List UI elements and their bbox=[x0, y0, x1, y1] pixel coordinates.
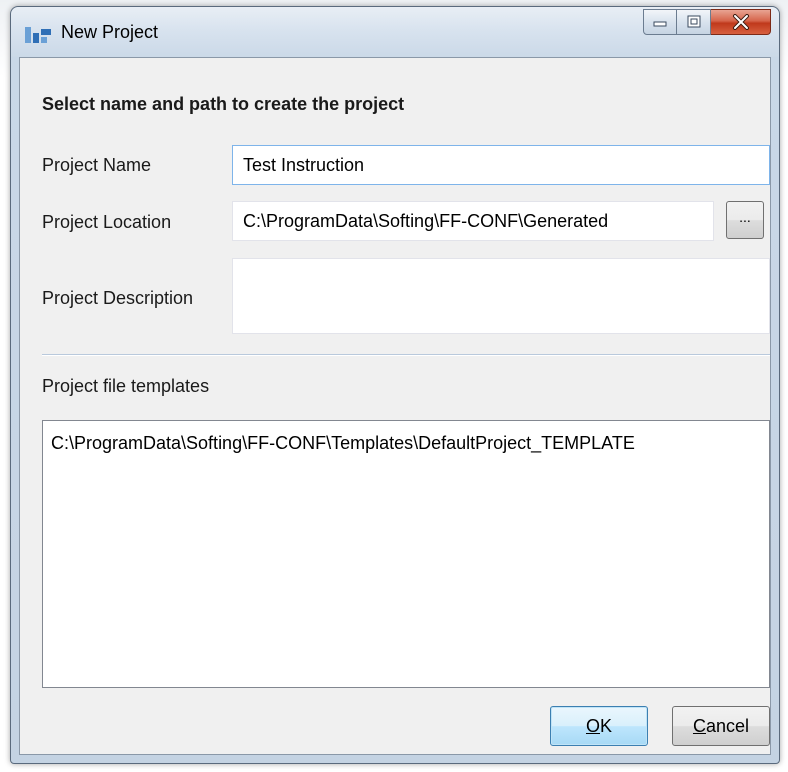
project-location-label: Project Location bbox=[42, 212, 172, 232]
project-location-input[interactable]: C:\ProgramData\Softing\FF-CONF\Generated bbox=[232, 201, 714, 241]
project-location-value: C:\ProgramData\Softing\FF-CONF\Generated bbox=[243, 210, 609, 231]
dialog-heading: Select name and path to create the proje… bbox=[42, 94, 405, 114]
maximize-button[interactable] bbox=[677, 9, 711, 35]
project-description-label: Project Description bbox=[42, 288, 194, 308]
close-button[interactable] bbox=[711, 9, 771, 35]
project-name-value: Test Instruction bbox=[243, 154, 365, 175]
separator bbox=[42, 354, 770, 356]
browse-button[interactable]: ... bbox=[726, 201, 764, 239]
close-icon bbox=[732, 14, 749, 30]
cancel-button-label: Cancel bbox=[692, 715, 750, 736]
minimize-icon bbox=[653, 21, 667, 27]
cancel-button[interactable]: Cancel bbox=[672, 706, 770, 746]
project-description-input[interactable] bbox=[232, 258, 770, 334]
app-icon bbox=[25, 27, 51, 43]
new-project-dialog: New Project Select name and path to crea… bbox=[10, 6, 780, 764]
dialog-body: Select name and path to create the proje… bbox=[19, 57, 771, 755]
title-bar[interactable]: New Project bbox=[11, 7, 779, 57]
template-list-item[interactable]: C:\ProgramData\Softing\FF-CONF\Templates… bbox=[51, 433, 635, 454]
ok-button[interactable]: OK bbox=[550, 706, 648, 746]
project-name-label: Project Name bbox=[42, 155, 152, 175]
templates-listbox[interactable]: C:\ProgramData\Softing\FF-CONF\Templates… bbox=[42, 420, 770, 688]
window-title: New Project bbox=[61, 22, 159, 42]
maximize-icon bbox=[687, 15, 700, 28]
ok-button-label: OK bbox=[585, 715, 613, 736]
project-name-input[interactable]: Test Instruction bbox=[232, 145, 770, 185]
templates-label: Project file templates bbox=[42, 376, 210, 396]
minimize-button[interactable] bbox=[643, 9, 677, 35]
caption-buttons bbox=[643, 9, 771, 35]
